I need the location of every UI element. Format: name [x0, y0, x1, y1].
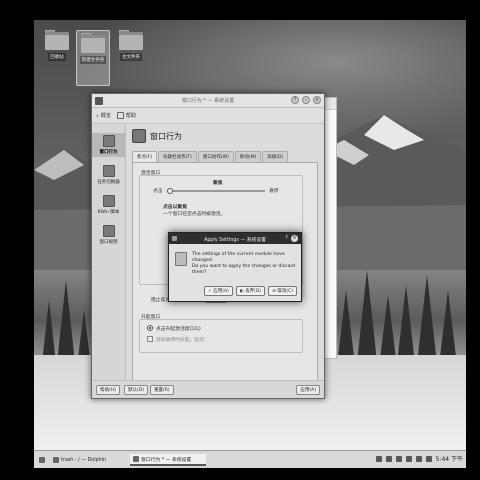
- dialog-discard-button[interactable]: ◐ 丢弃(D): [235, 286, 266, 296]
- dialog-apply-label: 应用(A): [213, 289, 229, 294]
- page-title: 窗口行为: [132, 129, 318, 143]
- minimize-icon[interactable]: –: [302, 96, 310, 104]
- settings-app-icon: [133, 456, 139, 462]
- desktop-icon-home[interactable]: 主文件夹: [114, 30, 148, 61]
- help-menu-button[interactable]: 帮助: [116, 112, 136, 119]
- module-sidebar: 窗口行为 任务切换器 KWin 脚本 窗口规则: [92, 125, 126, 380]
- window-rules-icon: [102, 225, 115, 237]
- sidebar-item-label: KWin 脚本: [97, 210, 120, 215]
- desktop-icon-label: 主文件夹: [120, 53, 142, 61]
- battery-icon[interactable]: [395, 455, 402, 462]
- raise-on-hover-label: 鼠标悬停时升起，延迟:: [156, 338, 206, 343]
- apply-settings-dialog: Apply Settings — 系统设置 ? × The settings o…: [168, 232, 302, 302]
- tab-advanced[interactable]: 高级(D): [262, 151, 289, 162]
- sidebar-item-kwin-scripts[interactable]: KWin 脚本: [92, 193, 125, 217]
- reset-button[interactable]: 重置(R): [150, 385, 174, 395]
- desktop-icon-trash[interactable]: 回收站: [40, 30, 74, 61]
- slider-right-label: 悬停: [269, 189, 279, 194]
- window-button-bar: 帮助(H) 默认(D) 重置(R) 应用(A): [92, 380, 324, 398]
- tab-window-actions[interactable]: 窗口动作(W): [197, 151, 234, 162]
- task-dolphin[interactable]: trash - / — Dolphin: [50, 454, 109, 466]
- defaults-button[interactable]: 默认(D): [124, 385, 148, 395]
- window-title: 窗口行为 * — 系统设置: [181, 98, 235, 104]
- apply-button[interactable]: 应用(A): [296, 385, 320, 395]
- sidebar-item-task-switcher[interactable]: 任务切换器: [92, 163, 125, 187]
- folder-icon: [45, 30, 69, 50]
- task-label: 窗口行为 * — 系统设置: [141, 457, 192, 463]
- help-button[interactable]: 帮助(H): [96, 385, 120, 395]
- desktop-icon-label: 回收站: [48, 53, 66, 61]
- sidebar-item-label: 窗口行为: [99, 150, 118, 155]
- toolbar: ‹ 概览 帮助: [92, 108, 324, 124]
- raise-on-click-label: 点击升起激活窗口(L): [156, 327, 201, 332]
- sidebar-item-label: 窗口规则: [99, 240, 118, 245]
- raise-on-hover-checkbox[interactable]: [147, 336, 153, 342]
- dialog-cancel-button[interactable]: ⊘ 取消(C): [268, 286, 297, 296]
- close-icon[interactable]: ×: [313, 96, 321, 104]
- task-system-settings[interactable]: 窗口行为 * — 系统设置: [130, 454, 206, 466]
- dialog-message-line-1: The settings of the current module have …: [192, 252, 285, 263]
- sidebar-item-label: 任务切换器: [97, 180, 120, 185]
- clipboard-icon[interactable]: [375, 455, 382, 462]
- notifications-icon[interactable]: [425, 455, 432, 462]
- policy-title: 点击以聚焦: [163, 205, 187, 210]
- window-titlebar[interactable]: 窗口行为 * — 系统设置 ? – ×: [92, 94, 324, 108]
- slider-left-label: 点击: [153, 189, 163, 194]
- help-book-icon: [116, 112, 124, 119]
- dialog-titlebar[interactable]: Apply Settings — 系统设置 ? ×: [169, 233, 301, 244]
- focus-policy-slider[interactable]: [169, 190, 265, 192]
- help-icon[interactable]: ?: [291, 96, 299, 104]
- window-behavior-icon: [132, 129, 146, 143]
- back-arrow-icon: ‹: [96, 111, 99, 120]
- dialog-cancel-label: 取消(C): [277, 289, 293, 294]
- slider-center-label: 聚焦: [213, 181, 223, 186]
- overview-button[interactable]: ‹ 概览: [96, 112, 111, 120]
- task-label: trash - / — Dolphin: [61, 457, 106, 463]
- desktop-icon-new-folder[interactable]: 新建文件夹: [76, 30, 110, 86]
- system-tray: 5:44 下午: [375, 454, 463, 463]
- dialog-title: Apply Settings — 系统设置: [204, 238, 266, 243]
- overview-label: 概览: [100, 113, 111, 119]
- sidebar-item-window-behavior[interactable]: 窗口行为: [92, 133, 125, 157]
- policy-description: 一个窗口在您点击时被激活。: [163, 212, 226, 217]
- raise-on-click-radio[interactable]: [147, 325, 153, 331]
- taskbar: trash - / — Dolphin 窗口行为 * — 系统设置 5:44 下…: [34, 450, 466, 468]
- bluetooth-icon[interactable]: [385, 455, 392, 462]
- close-icon[interactable]: ×: [291, 235, 298, 242]
- home-folder-icon: [119, 30, 143, 50]
- clock[interactable]: 5:44 下午: [436, 454, 463, 463]
- help-label: 帮助: [125, 113, 136, 119]
- window-behavior-icon: [102, 135, 115, 147]
- focus-policy-slider-handle[interactable]: [167, 188, 173, 194]
- warning-icon: [175, 252, 187, 266]
- app-launcher-icon[interactable]: [36, 454, 48, 466]
- task-switcher-icon: [102, 165, 115, 177]
- settings-app-icon: [172, 236, 177, 241]
- tab-movement[interactable]: 移动(M): [234, 151, 262, 162]
- page-title-text: 窗口行为: [150, 131, 182, 141]
- sidebar-item-window-rules[interactable]: 窗口规则: [92, 223, 125, 247]
- tab-titlebar-actions[interactable]: 标题栏动作(T): [158, 151, 197, 162]
- volume-icon[interactable]: [405, 455, 412, 462]
- dialog-discard-label: 丢弃(D): [245, 289, 262, 294]
- dialog-message: The settings of the current module have …: [192, 252, 301, 276]
- dialog-message-line-2: Do you want to apply the changes or disc…: [192, 264, 296, 275]
- help-icon[interactable]: ?: [285, 235, 288, 241]
- desktop-icon-label: 新建文件夹: [79, 56, 107, 64]
- folder-icon: [53, 457, 59, 463]
- tab-focus[interactable]: 焦点(F): [132, 151, 158, 162]
- network-icon[interactable]: [415, 455, 422, 462]
- tab-bar: 焦点(F) 标题栏动作(T) 窗口动作(W) 移动(M) 高级(D): [132, 151, 318, 163]
- folder-icon: [81, 33, 105, 53]
- dialog-apply-button[interactable]: ✓ 应用(A): [204, 286, 233, 296]
- kwin-scripts-icon: [102, 195, 115, 207]
